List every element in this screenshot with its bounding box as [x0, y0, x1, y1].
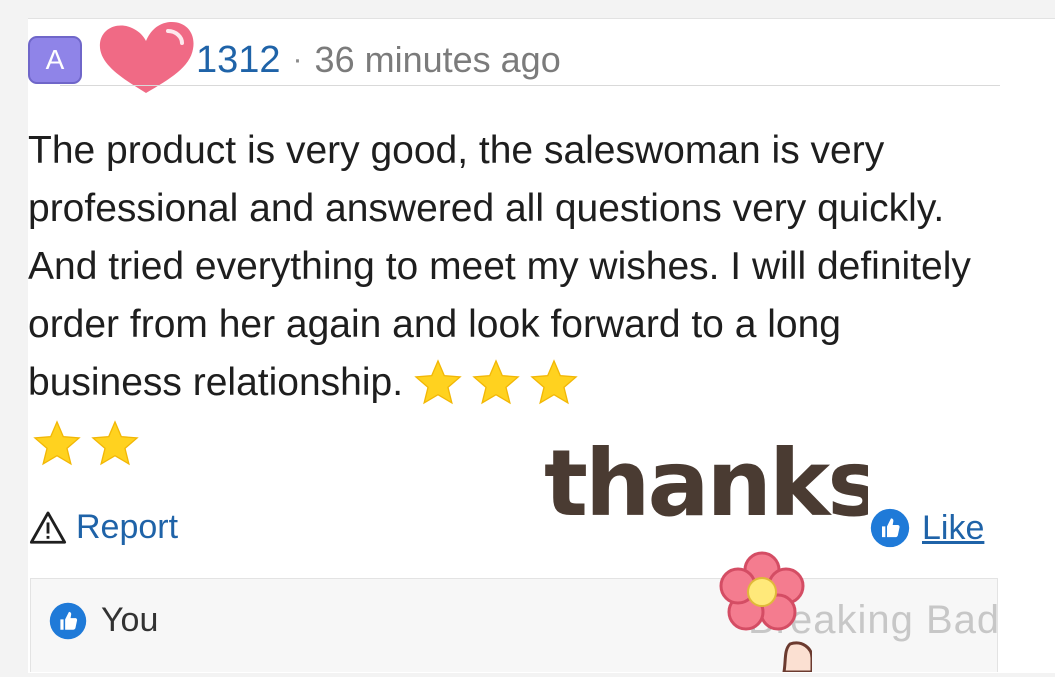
thumbs-up-icon	[49, 602, 87, 639]
star-row-inline	[409, 356, 583, 414]
avatar[interactable]: A	[28, 36, 82, 84]
thanks-sticker: thanks	[538, 415, 884, 540]
username-link[interactable]: 1312	[196, 39, 281, 82]
star-icon	[530, 358, 578, 404]
report-label: Report	[76, 508, 179, 546]
thanks-sticker-text: thanks	[544, 430, 868, 537]
separator-dot: ·	[292, 43, 303, 76]
review-header: A 1312 · 36 minutes ago	[28, 21, 561, 93]
warning-icon	[29, 511, 67, 544]
star-icon	[91, 420, 139, 466]
heart-sticker-icon	[96, 19, 196, 95]
reply-author: You	[101, 601, 159, 639]
divider	[60, 85, 1000, 86]
thumbs-up-icon	[870, 508, 910, 548]
timestamp: 36 minutes ago	[314, 39, 561, 80]
reply-entry: You	[49, 601, 158, 640]
like-label: Like	[922, 508, 985, 547]
star-row-continued	[28, 418, 144, 470]
report-button[interactable]: Report	[28, 508, 178, 547]
star-icon	[472, 358, 520, 404]
flower-sticker-icon	[712, 548, 814, 674]
star-icon	[414, 358, 462, 404]
star-icon	[33, 420, 81, 466]
like-button[interactable]: Like	[870, 508, 984, 548]
review-text-block: The product is very good, the saleswoman…	[28, 122, 988, 414]
